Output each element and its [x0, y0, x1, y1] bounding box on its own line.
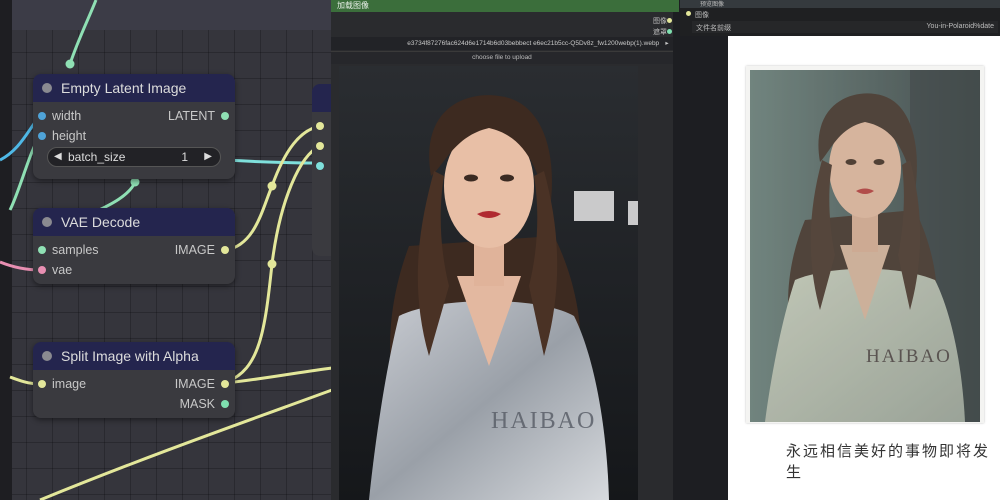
load-image-title: 加载图像 [337, 1, 369, 10]
output-label-latent: LATENT [168, 109, 215, 123]
output-pin-image[interactable] [221, 380, 229, 388]
node-vae-decode[interactable]: VAE Decode samples vae IMAGE [33, 208, 235, 284]
filename-prefix-field[interactable]: 文件名前缀 You-in-Polaroid%date [692, 21, 998, 33]
wire-reroute-4[interactable] [267, 259, 277, 269]
node-empty-latent-image[interactable]: Empty Latent Image width height LATENT ◀… [33, 74, 235, 179]
node-title: VAE Decode [61, 214, 141, 230]
collapse-dot-icon[interactable] [42, 351, 52, 361]
output-pin-mask[interactable] [667, 29, 672, 34]
input-label-vae: vae [52, 263, 73, 277]
choose-file-upload-button[interactable]: choose file to upload [331, 51, 673, 64]
input-pin[interactable] [316, 142, 324, 150]
next-file-arrow-icon[interactable]: ▸ [661, 37, 673, 50]
node-title-bar[interactable]: Split Image with Alpha [33, 342, 235, 370]
widget-label: batch_size [68, 150, 126, 164]
input-label-image: image [52, 377, 87, 391]
preview-input-label: 图像 [695, 12, 709, 19]
preview-title-bar[interactable]: 预览图像 [680, 0, 1000, 8]
output-pin-image[interactable] [667, 18, 672, 23]
node-title: Split Image with Alpha [61, 348, 199, 364]
wire-reroute-3[interactable] [267, 181, 277, 191]
preview-node-header-area: 预览图像 图像 文件名前缀 You-in-Polaroid%date [680, 0, 1000, 36]
input-label-samples: samples [52, 243, 99, 257]
increment-arrow-icon[interactable]: ▶ [204, 148, 212, 166]
input-label-height: height [52, 129, 87, 143]
wire-latent-up [68, 0, 98, 65]
preview-title: 预览图像 [700, 2, 725, 8]
batch-size-stepper[interactable]: ◀ batch_size 1 ▶ [47, 147, 221, 167]
output-label-image: IMAGE [174, 243, 215, 257]
node-split-image-with-alpha[interactable]: Split Image with Alpha image IMAGE MASK [33, 342, 235, 418]
output-label-image: IMAGE [174, 377, 215, 391]
output-pin-mask[interactable] [221, 400, 229, 408]
result-watermark-text: HAIBAO [866, 346, 952, 367]
input-pin-width[interactable] [38, 112, 46, 120]
output-pin-image[interactable] [221, 246, 229, 254]
node-canvas[interactable]: Empty Latent Image width height LATENT ◀… [0, 0, 1000, 500]
collapse-dot-icon[interactable] [42, 83, 52, 93]
decrement-arrow-icon[interactable]: ◀ [54, 148, 62, 166]
wire-reroute-1[interactable] [65, 59, 75, 69]
result-portrait-photo [750, 70, 980, 422]
result-image: HAIBAO [750, 70, 980, 422]
node-title-bar[interactable]: VAE Decode [33, 208, 235, 236]
loaded-image-preview: HAIBAO [339, 66, 638, 500]
load-image-title-bar[interactable]: 加载图像 [331, 0, 679, 12]
input-pin-height[interactable] [38, 132, 46, 140]
input-pin-image[interactable] [38, 380, 46, 388]
input-label-width: width [52, 109, 82, 123]
filename-prefix-label: 文件名前缀 [696, 25, 731, 32]
node-title: Empty Latent Image [61, 80, 187, 96]
input-pin[interactable] [316, 122, 324, 130]
widget-value: 1 [181, 150, 188, 164]
filename-prefix-value: You-in-Polaroid%date [926, 23, 994, 30]
wire-image-split-right [225, 366, 333, 385]
input-pin-samples[interactable] [38, 246, 46, 254]
input-pin-vae[interactable] [38, 266, 46, 274]
image-file-selector[interactable]: e3734f87276fac624d6e1714b6d03bebbect e6e… [331, 37, 673, 50]
selected-filename: e3734f87276fac624d6e1714b6d03bebbect e6e… [407, 40, 660, 47]
preview-input-pin[interactable] [686, 11, 691, 16]
output-label-image: 图像 [653, 18, 667, 25]
watermark-text: HAIBAO [491, 408, 597, 434]
collapse-dot-icon[interactable] [42, 217, 52, 227]
node-title-bar[interactable]: Empty Latent Image [33, 74, 235, 102]
polaroid-caption: 永远相信美好的事物即将发生 [786, 442, 991, 481]
output-label-mask: MASK [179, 397, 215, 411]
output-label-mask: 遮罩 [653, 29, 667, 36]
output-pin-latent[interactable] [221, 112, 229, 120]
input-pin[interactable] [316, 162, 324, 170]
polaroid-result: HAIBAO [746, 66, 984, 423]
